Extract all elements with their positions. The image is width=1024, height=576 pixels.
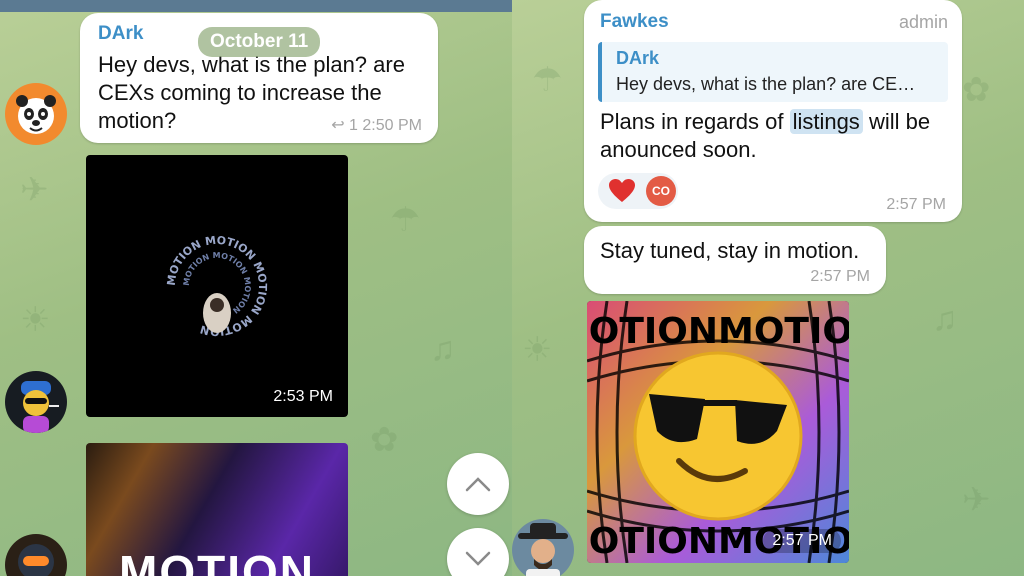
reply-quote[interactable]: DArk Hey devs, what is the plan? are CE…	[598, 42, 948, 102]
message-time: 2:50 PM	[362, 117, 422, 134]
background-doodle: ✿	[962, 71, 991, 109]
background-doodle: ♫	[430, 330, 456, 368]
background-doodle: ☀	[522, 331, 553, 369]
sticker-text: MOTIONMOTION	[587, 311, 849, 352]
quote-text: Hey devs, what is the plan? are CE…	[616, 74, 916, 94]
chat-panel-right: ☂ ✿ ♫ ✈ ☀ Fawkes admin DArk Hey devs, wh…	[512, 0, 1024, 576]
quote-sender: DArk	[616, 48, 660, 68]
message-text: Stay tuned, stay in motion.	[600, 238, 860, 263]
avatar[interactable]	[512, 519, 574, 576]
motion-text: MOTION	[119, 546, 315, 576]
avatar[interactable]	[5, 534, 67, 576]
avatar[interactable]	[5, 371, 67, 433]
message-meta: ↩ 1 2:50 PM	[331, 115, 422, 135]
motion-ring-graphic: MOTION MOTION MOTION MOTION MOTION MOTIO…	[165, 234, 269, 338]
heart-icon	[609, 179, 635, 202]
admin-badge: admin	[898, 12, 948, 32]
reply-icon: ↩	[331, 117, 345, 134]
chevron-up-icon	[465, 477, 491, 492]
background-doodle: ✿	[370, 421, 399, 459]
helmet-avatar-icon	[18, 544, 54, 576]
chat-panel-left: ✈ ☂ ♫ ✿ ☀ DArk Hey devs, what is the pla…	[0, 0, 512, 576]
sticker-message[interactable]: MOTIONMOTION MOTIONMOTION 2:57 PM	[587, 301, 849, 563]
message-time: 2:57 PM	[886, 196, 946, 213]
background-doodle: ✈	[962, 481, 991, 519]
reaction-chip[interactable]: CO	[598, 173, 678, 209]
background-doodle: ☂	[532, 61, 563, 99]
cartoon-avatar-icon	[21, 381, 59, 433]
reaction-avatar: CO	[646, 176, 676, 206]
date-pill: October 11	[198, 27, 321, 57]
chevron-down-icon	[465, 551, 491, 566]
top-bar	[0, 0, 512, 12]
message-bubble[interactable]: Fawkes admin DArk Hey devs, what is the …	[584, 0, 962, 222]
video-message[interactable]: MOTION MOTION MOTION MOTION MOTION MOTIO…	[86, 155, 348, 417]
sticker-time: 2:57 PM	[763, 529, 841, 553]
background-doodle: ☀	[20, 301, 51, 339]
message-time: 2:57 PM	[810, 268, 870, 285]
panda-icon	[16, 95, 56, 134]
message-bubble[interactable]: Stay tuned, stay in motion. 2:57 PM	[584, 226, 886, 294]
background-doodle: ☂	[390, 201, 421, 239]
cowboy-avatar-icon	[518, 523, 568, 576]
sender-name[interactable]: DArk	[98, 23, 143, 45]
message-text-part: Plans in regards of	[600, 109, 784, 134]
scroll-up-button[interactable]	[447, 453, 509, 515]
sender-name[interactable]: Fawkes	[600, 11, 669, 33]
avatar[interactable]	[5, 83, 67, 145]
image-message[interactable]: MOTION	[86, 443, 348, 576]
background-doodle: ✈	[20, 171, 49, 209]
message-text: Plans in regards of listings will be ano…	[600, 108, 950, 164]
reply-count: 1	[349, 117, 358, 134]
scroll-down-button[interactable]	[447, 528, 509, 576]
sunglasses-emoji-sticker: MOTIONMOTION MOTIONMOTION	[587, 301, 849, 563]
video-time: 2:53 PM	[264, 385, 342, 409]
background-doodle: ♫	[932, 300, 958, 338]
highlighted-word[interactable]: listings	[789, 109, 863, 134]
